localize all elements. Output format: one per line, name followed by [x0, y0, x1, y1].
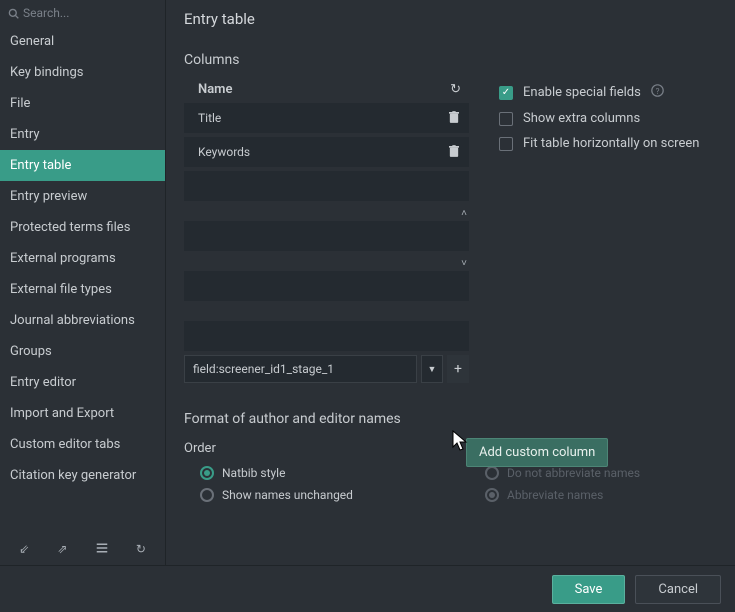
sidebar-item-groups[interactable]: Groups [0, 336, 165, 367]
sidebar-item-customeditortabs[interactable]: Custom editor tabs [0, 429, 165, 460]
unchanged-radio[interactable] [200, 488, 214, 502]
search-input[interactable]: Search... [0, 0, 165, 26]
natbib-radio[interactable] [200, 466, 214, 480]
sidebar-items: General Key bindings File Entry Entry ta… [0, 26, 165, 534]
search-placeholder: Search... [23, 6, 69, 20]
no-abbrev-label: Do not abbreviate names [507, 466, 640, 480]
column-row[interactable]: Keywords [184, 137, 469, 167]
sidebar-item-general[interactable]: General [0, 26, 165, 57]
footer: Save Cancel [0, 565, 735, 612]
sidebar-item-importexport[interactable]: Import and Export [0, 398, 165, 429]
sidebar-item-externalprograms[interactable]: External programs [0, 243, 165, 274]
format-section-title: Format of author and editor names [184, 411, 717, 427]
column-row-empty[interactable] [184, 321, 469, 351]
natbib-label: Natbib style [222, 466, 285, 480]
refresh-icon[interactable]: ↻ [136, 542, 146, 557]
chevron-down-icon[interactable]: ˅ [461, 258, 467, 269]
columns-list: Name ↻ Title Keywords ˄ [184, 82, 469, 383]
custom-column-dropdown[interactable]: ▼ [421, 355, 443, 383]
trash-icon[interactable] [449, 111, 459, 126]
sidebar-item-externalfiletypes[interactable]: External file types [0, 274, 165, 305]
sidebar-item-journalabbrev[interactable]: Journal abbreviations [0, 305, 165, 336]
sidebar: Search... General Key bindings File Entr… [0, 0, 166, 565]
trash-icon[interactable] [449, 145, 459, 160]
help-icon[interactable]: ? [651, 84, 664, 101]
sidebar-item-citationkeygen[interactable]: Citation key generator [0, 460, 165, 491]
cancel-button[interactable]: Cancel [635, 575, 721, 604]
svg-text:?: ? [655, 86, 659, 96]
abbrev-label: Abbreviate names [507, 488, 603, 502]
order-subtitle: Order [184, 441, 469, 456]
column-row-empty[interactable] [184, 271, 469, 301]
chevron-up-icon[interactable]: ˄ [461, 208, 467, 219]
column-row[interactable]: Title [184, 103, 469, 133]
search-icon [8, 8, 19, 19]
sidebar-item-entryeditor[interactable]: Entry editor [0, 367, 165, 398]
sidebar-item-keybindings[interactable]: Key bindings [0, 57, 165, 88]
save-button[interactable]: Save [552, 575, 626, 604]
sidebar-item-entrypreview[interactable]: Entry preview [0, 181, 165, 212]
sidebar-item-entry[interactable]: Entry [0, 119, 165, 150]
abbrev-radio[interactable] [485, 488, 499, 502]
sidebar-item-entrytable[interactable]: Entry table [0, 150, 165, 181]
columns-options: ✓ Enable special fields ? Show extra col… [499, 82, 699, 383]
fit-horizontal-checkbox[interactable] [499, 137, 513, 151]
columns-section-title: Columns [184, 52, 717, 68]
enable-special-fields-checkbox[interactable]: ✓ [499, 86, 513, 100]
refresh-columns-icon[interactable]: ↻ [450, 82, 461, 97]
column-row-empty[interactable] [184, 221, 469, 251]
sidebar-item-protectedterms[interactable]: Protected terms files [0, 212, 165, 243]
show-extra-columns-checkbox[interactable] [499, 112, 513, 126]
show-extra-columns-label: Show extra columns [523, 111, 640, 126]
expand-out-icon[interactable]: ⇗ [57, 542, 67, 557]
column-row-label: Title [198, 111, 221, 125]
column-row-label: Keywords [198, 145, 250, 159]
unchanged-label: Show names unchanged [222, 488, 353, 502]
main-content: Entry table Columns Name ↻ Title Keyword… [166, 0, 735, 565]
list-icon[interactable] [96, 542, 108, 557]
no-abbrev-radio[interactable] [485, 466, 499, 480]
add-column-button[interactable]: + [447, 355, 469, 383]
custom-column-input[interactable] [184, 355, 417, 383]
column-row-empty[interactable] [184, 171, 469, 201]
sidebar-toolbar: ⇙ ⇗ ↻ [0, 534, 165, 565]
column-header-name: Name [198, 82, 232, 97]
fit-horizontal-label: Fit table horizontally on screen [523, 136, 699, 151]
page-title: Entry table [184, 10, 717, 28]
sidebar-item-file[interactable]: File [0, 88, 165, 119]
enable-special-fields-label: Enable special fields [523, 85, 641, 100]
collapse-in-icon[interactable]: ⇙ [19, 542, 29, 557]
add-custom-column-tooltip: Add custom column [466, 438, 608, 467]
